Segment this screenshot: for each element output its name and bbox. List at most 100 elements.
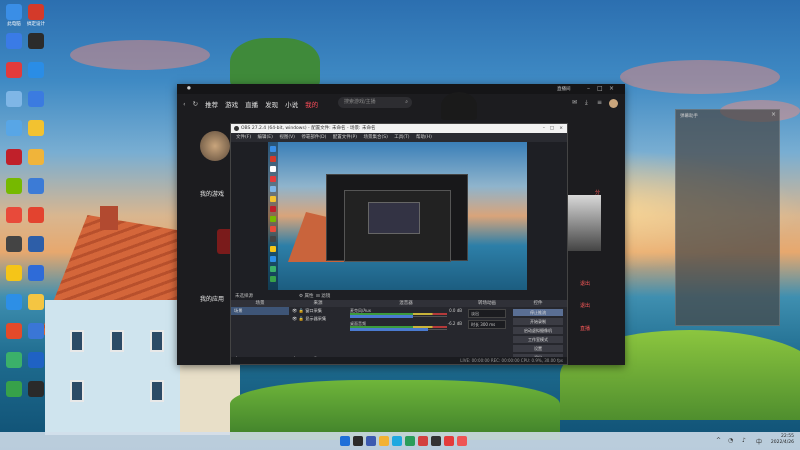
close-icon[interactable]: × — [559, 124, 563, 133]
launcher-titlebar: ● 直播间 – □ × — [177, 84, 625, 94]
taskbar: ^ ◔ ♪ 中 22:55 2022/4/26 — [0, 432, 800, 450]
desktop-shortcut[interactable] — [23, 381, 49, 398]
maximize-icon[interactable]: □ — [597, 85, 603, 92]
volume-slider[interactable] — [350, 315, 447, 318]
menu-item[interactable]: 帮助(H) — [416, 135, 432, 140]
taskbar-app-icon[interactable] — [405, 436, 415, 446]
maximize-icon[interactable]: □ — [550, 124, 554, 133]
menu-icon[interactable]: ≡ — [597, 99, 602, 106]
channel-db: 0.0 dB — [449, 308, 462, 313]
tray-chevron-icon[interactable]: ^ — [716, 437, 721, 444]
taskbar-app-icon[interactable] — [444, 436, 454, 446]
tray-lang-icon[interactable]: 中 — [756, 437, 762, 446]
stop-streaming-button[interactable]: 停止推流 — [513, 309, 563, 316]
taskbar-app-icon[interactable] — [353, 436, 363, 446]
minimize-icon[interactable]: – — [587, 85, 590, 92]
desktop-shortcut[interactable] — [23, 207, 49, 224]
settings-button[interactable]: 设置 — [513, 345, 563, 352]
transition-select[interactable]: 淡出 — [468, 309, 506, 318]
sources-dock: 来源 👁 🔒 窗口采集 👁 🔒 显示器采集 ＋ － ⚙ ∧ ∨ — [289, 300, 348, 364]
taskbar-app-icon[interactable] — [379, 436, 389, 446]
nav-tab[interactable]: 游戏 — [225, 99, 238, 109]
preview-icon — [270, 166, 276, 172]
source-item[interactable]: 👁 🔒 显示器采集 — [289, 315, 347, 323]
scene-item[interactable]: 场景 — [231, 307, 289, 315]
preview-icon — [270, 216, 276, 222]
menu-item[interactable]: 配置文件(P) — [333, 135, 357, 140]
launcher-top-link[interactable]: 直播间 — [557, 86, 571, 92]
nav-tab-active[interactable]: 我的 — [305, 99, 318, 109]
start-recording-button[interactable]: 开始录制 — [513, 318, 563, 325]
duration-field[interactable]: 时长 300 ms — [468, 320, 506, 329]
wallpaper-grass — [230, 380, 560, 440]
desktop-shortcut[interactable] — [23, 323, 49, 340]
app-icon — [6, 149, 22, 165]
taskbar-app-icon[interactable] — [418, 436, 428, 446]
back-icon[interactable]: ‹ — [183, 100, 186, 108]
streamer-card[interactable] — [565, 195, 601, 251]
side-button[interactable]: 退出 — [580, 302, 590, 309]
taskbar-app-icon[interactable] — [457, 436, 467, 446]
taskbar-app-icon[interactable] — [431, 436, 441, 446]
menu-item[interactable]: 场景集合(S) — [363, 135, 387, 140]
desktop-shortcut[interactable] — [23, 120, 49, 137]
volume-fill — [350, 328, 428, 331]
menu-item[interactable]: 停靠部件(D) — [301, 135, 326, 140]
mixer-channel: 麦克风/Aux 0.0 dB — [347, 307, 465, 320]
virtual-camera-button[interactable]: 启动虚拟摄像机 — [513, 327, 563, 334]
obs-preview[interactable] — [268, 142, 527, 290]
properties-button[interactable]: ⚙ 属性 — [299, 293, 313, 299]
desktop-shortcut[interactable] — [23, 33, 49, 50]
download-icon[interactable]: ⤓ — [585, 99, 588, 107]
message-icon[interactable]: ✉ — [572, 99, 577, 106]
side-button[interactable]: 直播 — [580, 325, 590, 332]
nav-tab[interactable]: 直播 — [245, 99, 258, 109]
menu-item[interactable]: 工具(T) — [394, 135, 409, 140]
desktop-shortcut[interactable] — [23, 236, 49, 253]
obs-statusbar: LIVE: 00:00:00 REC: 00:00:00 CPU: 0.9%, … — [231, 357, 567, 364]
volume-slider[interactable] — [350, 328, 447, 331]
search-input[interactable]: 搜索游戏/主播 ⌕ — [338, 97, 412, 108]
menu-item[interactable]: 视图(V) — [279, 135, 295, 140]
taskbar-app-icon[interactable] — [392, 436, 402, 446]
tray-volume-icon[interactable]: ♪ — [742, 437, 746, 444]
desktop-shortcut[interactable] — [23, 352, 49, 369]
app-icon — [6, 62, 22, 78]
preview-icon — [270, 246, 276, 252]
close-icon[interactable]: × — [609, 85, 614, 92]
preview-icon — [270, 256, 276, 262]
tray-network-icon[interactable]: ◔ — [728, 437, 733, 444]
studio-mode-button[interactable]: 工作室模式 — [513, 336, 563, 343]
desktop-shortcut[interactable] — [23, 265, 49, 282]
clock-date: 2022/4/26 — [770, 440, 794, 445]
desktop-shortcut[interactable] — [23, 294, 49, 311]
desktop-shortcut[interactable] — [23, 91, 49, 108]
close-icon[interactable]: × — [771, 111, 776, 118]
desktop-shortcut[interactable] — [23, 149, 49, 166]
preview-icon — [270, 146, 276, 152]
source-item[interactable]: 👁 🔒 窗口采集 — [289, 307, 347, 315]
desktop-shortcut[interactable]: 搞定设计 — [23, 4, 49, 27]
nav-tab[interactable]: 小说 — [285, 99, 298, 109]
taskbar-app-icon[interactable] — [340, 436, 350, 446]
side-button[interactable]: 退出 — [580, 280, 590, 287]
mixer-dock: 混音器 麦克风/Aux 0.0 dB 桌面音频 -6.2 dB — [347, 300, 466, 364]
refresh-icon[interactable]: ↻ — [193, 100, 198, 108]
app-icon — [28, 91, 44, 107]
taskbar-clock[interactable]: 22:55 2022/4/26 — [771, 434, 794, 446]
user-avatar[interactable] — [609, 99, 618, 108]
nav-tab[interactable]: 推荐 — [205, 99, 218, 109]
desktop-shortcut[interactable] — [23, 62, 49, 79]
nav-tab[interactable]: 发现 — [265, 99, 278, 109]
menu-item[interactable]: 文件(F) — [236, 135, 251, 140]
filters-button[interactable]: ⊟ 滤镜 — [316, 293, 330, 299]
app-icon — [28, 323, 44, 339]
wallpaper-cloud — [70, 40, 210, 70]
desktop-shortcut[interactable] — [23, 178, 49, 195]
menu-item[interactable]: 编辑(E) — [258, 135, 273, 140]
app-icon — [6, 352, 22, 368]
properties-label: 属性 — [304, 294, 314, 299]
taskbar-app-icon[interactable] — [366, 436, 376, 446]
filters-label: 滤镜 — [321, 294, 331, 299]
minimize-icon[interactable]: – — [543, 124, 545, 133]
